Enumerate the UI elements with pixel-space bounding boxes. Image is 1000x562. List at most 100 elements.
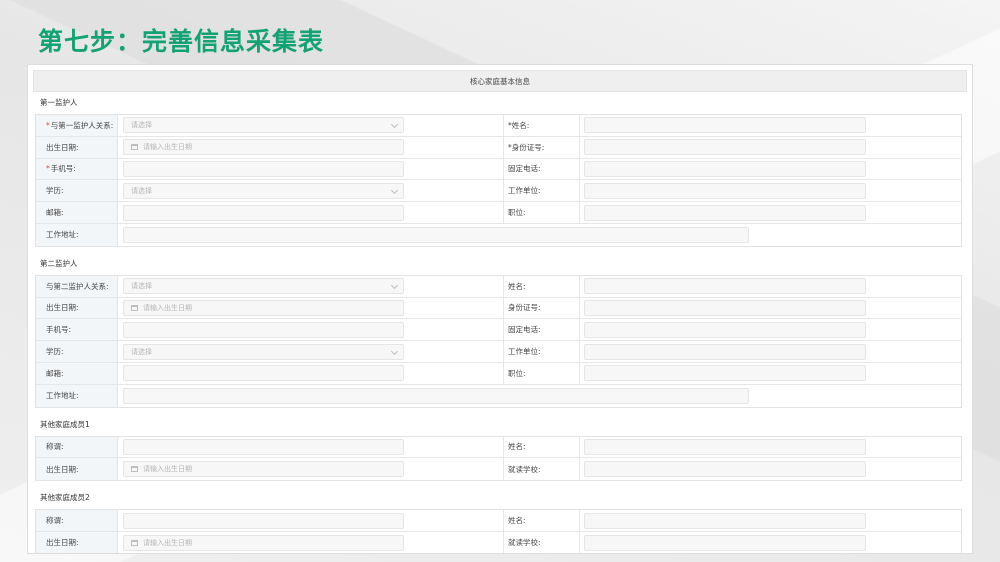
chevron-down-icon bbox=[390, 121, 399, 129]
field-label: 工作地址: bbox=[36, 223, 118, 246]
text-input[interactable] bbox=[584, 160, 866, 177]
field-label: 邮箱: bbox=[36, 362, 118, 384]
date-input[interactable]: 请输入出生日期 bbox=[123, 534, 404, 551]
chevron-down-icon bbox=[390, 347, 399, 355]
date-input[interactable]: 请输入出生日期 bbox=[123, 461, 404, 478]
field-label-right-text: 职位: bbox=[508, 208, 526, 218]
field-label-right: * 身份证号: bbox=[504, 136, 580, 158]
field-label-text: 出生日期: bbox=[46, 464, 79, 474]
form-row: 邮箱: 职位: bbox=[36, 202, 961, 224]
text-input[interactable] bbox=[584, 321, 866, 338]
text-input[interactable] bbox=[584, 204, 866, 221]
field-cell: 请选择 bbox=[118, 115, 504, 136]
field-label-right-text: 姓名: bbox=[508, 516, 526, 526]
field-cell bbox=[118, 362, 504, 384]
field-label-right: 职位: bbox=[504, 362, 580, 384]
text-input[interactable] bbox=[584, 299, 866, 316]
field-cell: 请输入出生日期 bbox=[118, 531, 504, 553]
field-label: 邮箱: bbox=[36, 202, 118, 223]
text-input[interactable] bbox=[123, 160, 404, 177]
form-row: 学历: 请选择 工作单位: bbox=[36, 180, 961, 203]
select-dropdown[interactable]: 请选择 bbox=[123, 117, 404, 134]
text-input[interactable] bbox=[584, 461, 866, 478]
field-label: 称谓: bbox=[36, 436, 118, 458]
form-row: 称谓: 姓名: bbox=[36, 510, 961, 532]
field-label-right-text: 身份证号: bbox=[508, 303, 541, 313]
text-input[interactable] bbox=[123, 365, 404, 382]
field-cell-right bbox=[580, 159, 961, 180]
slide-title: 第七步：完善信息采集表 bbox=[38, 27, 325, 56]
field-label-text: 工作地址: bbox=[46, 230, 79, 240]
field-label-text: 学历: bbox=[46, 186, 64, 196]
date-input[interactable]: 请输入出生日期 bbox=[123, 299, 404, 316]
text-input[interactable] bbox=[123, 512, 404, 529]
text-input[interactable] bbox=[123, 204, 404, 221]
text-input[interactable] bbox=[584, 365, 866, 382]
field-label-right-text: 身份证号: bbox=[511, 142, 545, 152]
field-label-right-text: 固定电话: bbox=[508, 325, 541, 335]
field-label: 称谓: bbox=[36, 510, 118, 531]
panel-header: 核心家庭基本信息 bbox=[33, 70, 967, 92]
calendar-icon bbox=[131, 144, 138, 151]
form-row: * 与第一监护人关系: 请选择 * 姓名: bbox=[36, 115, 961, 137]
chevron-down-icon bbox=[390, 282, 399, 290]
form-row: 出生日期: 请输入出生日期 就读学校: bbox=[36, 458, 961, 481]
text-input[interactable] bbox=[584, 438, 866, 455]
field-cell: 请选择 bbox=[118, 341, 504, 362]
text-input[interactable] bbox=[584, 117, 866, 134]
form-table: 与第二监护人关系: 请选择 姓名: 出生日期: 请输入出生日期 身份证号: 手机号: 固定电话… bbox=[35, 274, 962, 408]
text-input[interactable] bbox=[584, 182, 866, 199]
field-label: * 与第一监护人关系: bbox=[36, 115, 118, 136]
field-cell-right bbox=[580, 276, 961, 297]
field-label-text: 手机号: bbox=[46, 325, 72, 335]
text-input[interactable] bbox=[123, 321, 404, 338]
field-label-text: 与第二监护人关系: bbox=[46, 281, 109, 291]
date-placeholder: 请输入出生日期 bbox=[143, 465, 192, 474]
field-cell-right bbox=[580, 115, 961, 136]
select-dropdown[interactable]: 请选择 bbox=[123, 278, 404, 295]
field-label: 手机号: bbox=[36, 319, 118, 341]
field-cell-right bbox=[580, 319, 961, 340]
date-input[interactable]: 请输入出生日期 bbox=[123, 139, 404, 156]
text-input[interactable] bbox=[584, 278, 866, 295]
form-row: 出生日期: 请输入出生日期 身份证号: bbox=[36, 297, 961, 320]
form-row: 与第二监护人关系: 请选择 姓名: bbox=[36, 275, 961, 298]
form-row: 邮箱: 职位: bbox=[36, 362, 961, 385]
field-cell bbox=[118, 158, 504, 180]
section-title: 其他家庭成员1 bbox=[40, 419, 90, 429]
text-input[interactable] bbox=[584, 534, 866, 551]
field-label-right: 工作单位: bbox=[504, 341, 580, 362]
field-cell-right bbox=[580, 532, 961, 553]
form-row: 工作地址: bbox=[36, 223, 961, 246]
select-dropdown[interactable]: 请选择 bbox=[123, 182, 404, 199]
field-cell: 请输入出生日期 bbox=[118, 458, 504, 481]
field-cell-right bbox=[580, 458, 961, 480]
form-row: * 手机号: 固定电话: bbox=[36, 158, 961, 181]
field-label-text: 学历: bbox=[46, 347, 64, 357]
field-label-right-text: 姓名: bbox=[508, 442, 526, 452]
field-label: 出生日期: bbox=[36, 531, 118, 553]
form-table: 称谓: 姓名: 出生日期: 请输入出生日期 就读学校: bbox=[35, 435, 962, 482]
field-cell bbox=[118, 319, 504, 341]
chevron-down-icon bbox=[390, 186, 399, 194]
field-label-right-text: 姓名: bbox=[511, 120, 530, 130]
field-cell: 请输入出生日期 bbox=[118, 297, 504, 319]
address-input[interactable] bbox=[123, 387, 749, 404]
text-input[interactable] bbox=[584, 139, 866, 156]
field-label-right: * 姓名: bbox=[504, 115, 580, 136]
field-label-text: 出生日期: bbox=[46, 303, 79, 313]
field-label-right: 就读学校: bbox=[504, 531, 580, 553]
form-row: 工作地址: bbox=[36, 384, 961, 407]
text-input[interactable] bbox=[584, 512, 866, 529]
select-dropdown[interactable]: 请选择 bbox=[123, 343, 404, 360]
field-label: * 手机号: bbox=[36, 158, 118, 180]
field-label: 工作地址: bbox=[36, 384, 118, 407]
text-input[interactable] bbox=[584, 343, 866, 360]
field-cell-right bbox=[580, 437, 961, 458]
text-input[interactable] bbox=[123, 438, 404, 455]
field-label: 与第二监护人关系: bbox=[36, 275, 118, 297]
field-label-right-text: 工作单位: bbox=[508, 347, 541, 357]
address-input[interactable] bbox=[123, 226, 749, 243]
field-cell-right bbox=[580, 341, 961, 362]
field-label-right-text: 姓名: bbox=[508, 281, 526, 291]
